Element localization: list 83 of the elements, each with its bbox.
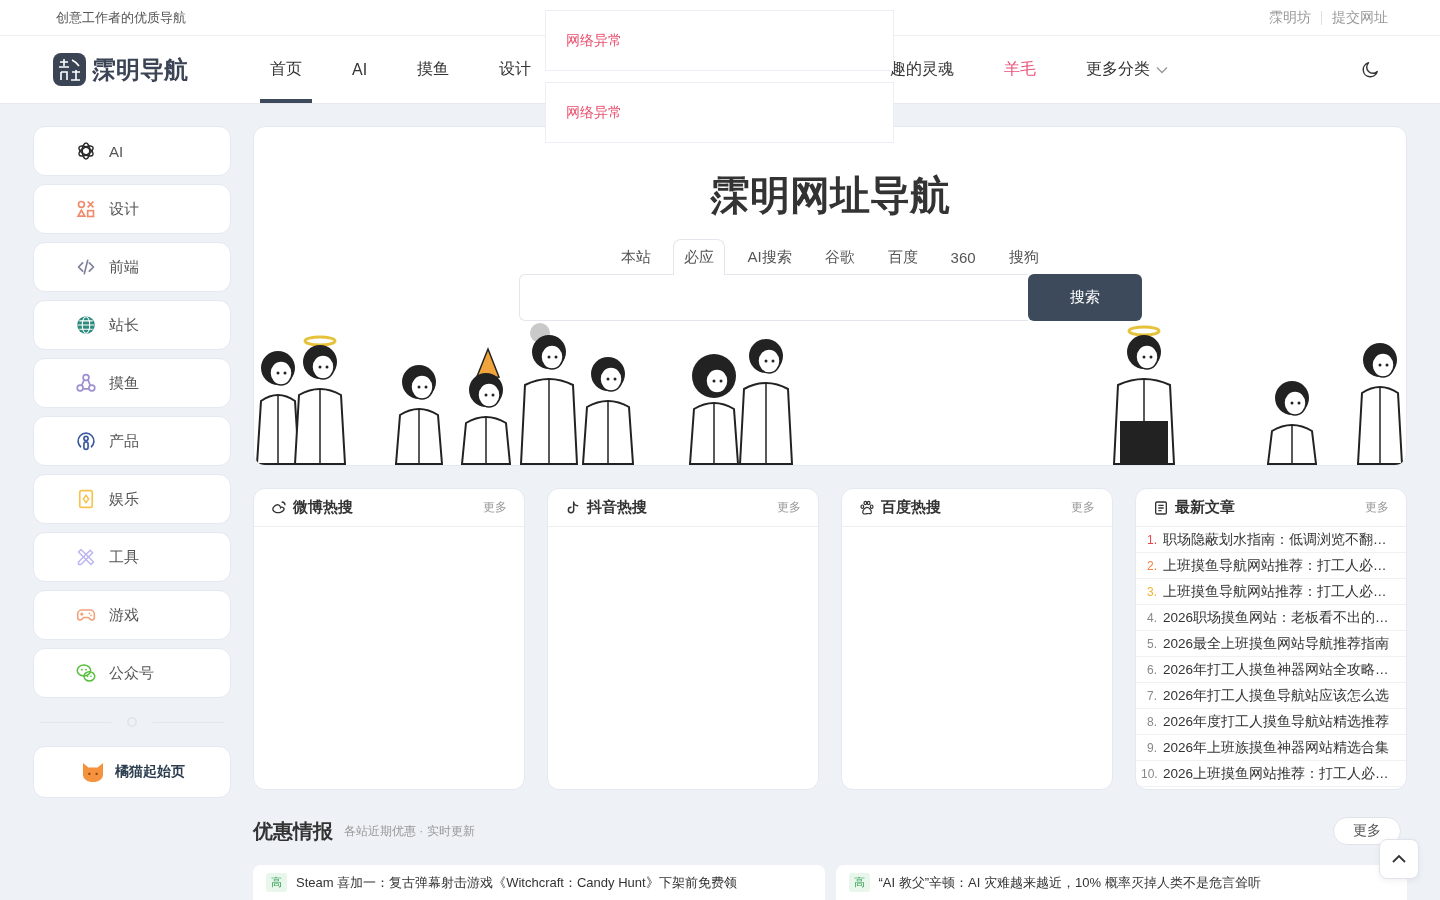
search-engine-tab[interactable]: 谷歌: [813, 239, 866, 275]
article-link[interactable]: 职场隐蔽划水指南：低调浏览不翻…: [1163, 530, 1387, 549]
search-engine-tab[interactable]: 搜狗: [997, 239, 1050, 275]
nav-tab[interactable]: 设计: [489, 36, 542, 103]
rank-number: 4.: [1146, 610, 1157, 625]
card-title: 抖音热搜: [587, 498, 648, 517]
nav-tab[interactable]: 摸鱼: [407, 36, 460, 103]
search-engine-tab[interactable]: 360: [939, 239, 987, 275]
deal-title: Steam 喜加一：复古弹幕射击游戏《Witchcraft：Candy Hunt》下架前免费领: [296, 873, 737, 892]
article-link[interactable]: 上班摸鱼导航网站推荐：打工人必…: [1163, 556, 1387, 575]
search-input[interactable]: [518, 274, 1028, 321]
search-engine-tab[interactable]: 本站: [610, 239, 663, 275]
category-link[interactable]: AI: [33, 126, 231, 176]
rank-number: 1.: [1146, 532, 1157, 547]
category-link[interactable]: 设计: [33, 184, 231, 234]
chevron-down-icon: [1156, 65, 1169, 74]
priority-tag: 高: [848, 873, 870, 892]
person-circle-icon: [76, 431, 96, 451]
fidget-spinner-icon: [76, 373, 96, 393]
category-link[interactable]: 娱乐: [33, 474, 231, 524]
error-toast: 网络异常: [545, 10, 894, 71]
priority-tag: 高: [266, 873, 287, 892]
category-link[interactable]: 摸鱼: [33, 358, 231, 408]
deal-card[interactable]: 高 Steam 喜加一：复古弹幕射击游戏《Witchcraft：Candy Hunt》下架前免费领: [253, 865, 825, 900]
rank-number: 2.: [1146, 558, 1157, 573]
search-engine-tab[interactable]: AI搜索: [736, 239, 803, 275]
document-icon: [1153, 499, 1169, 516]
rank-number: 5.: [1146, 636, 1157, 651]
article-link[interactable]: 2026年打工人摸鱼神器网站全攻略…: [1163, 660, 1389, 679]
section-title: 优惠情报: [253, 818, 333, 844]
music-note-icon: [565, 499, 581, 516]
article-link[interactable]: 2026年度打工人摸鱼导航站精选推荐: [1163, 712, 1390, 731]
card-title: 最新文章: [1175, 498, 1236, 517]
search-engine-tab[interactable]: 必应: [673, 239, 726, 275]
category-link[interactable]: 游戏: [33, 590, 231, 640]
rank-number: 10.: [1141, 766, 1157, 781]
card-icon: [76, 489, 96, 509]
atom-icon: [76, 141, 96, 161]
chat-bubbles-icon: [76, 663, 96, 683]
site-title: 霂明网址导航: [710, 172, 950, 219]
card-title: 百度热搜: [881, 498, 942, 517]
brand-name[interactable]: 霂明导航: [92, 53, 188, 86]
section-subtitle: 各站近期优惠 · 实时更新: [344, 822, 476, 840]
crossed-tools-icon: [76, 547, 96, 567]
nav-tab[interactable]: 更多分类: [1076, 36, 1179, 103]
rank-number: 6.: [1146, 662, 1157, 677]
site-tagline: 创意工作者的优质导航: [56, 8, 186, 27]
article-link[interactable]: 上班摸鱼导航网站推荐：打工人必…: [1163, 582, 1387, 601]
article-link[interactable]: 2026职场摸鱼网站：老板看不出的…: [1163, 608, 1389, 627]
code-icon: [76, 257, 96, 277]
chevron-up-icon: [1392, 855, 1406, 863]
moon-icon[interactable]: [1361, 60, 1380, 79]
category-link[interactable]: 前端: [33, 242, 231, 292]
start-page-link[interactable]: 橘猫起始页: [33, 746, 231, 798]
deal-card[interactable]: 高 “AI 教父”辛顿：AI 灾难越来越近，10% 概率灭掉人类不是危言耸听: [835, 865, 1407, 900]
rank-number: 3.: [1146, 584, 1157, 599]
cat-icon: [82, 762, 104, 782]
article-link[interactable]: 2026最全上班摸鱼网站导航推荐指南: [1163, 634, 1390, 653]
error-toast: 网络异常: [545, 82, 894, 143]
more-button[interactable]: 更多: [1333, 817, 1401, 845]
article-link[interactable]: 2026上班摸鱼网站推荐：打工人必…: [1163, 764, 1389, 783]
article-link[interactable]: 2026年打工人摸鱼导航站应该怎么选: [1163, 686, 1390, 705]
category-link[interactable]: 产品: [33, 416, 231, 466]
paw-icon: [859, 499, 875, 516]
deal-title: “AI 教父”辛顿：AI 灾难越来越近，10% 概率灭掉人类不是危言耸听: [878, 873, 1261, 892]
globe-icon: [76, 315, 96, 335]
search-engine-tab[interactable]: 百度: [876, 239, 929, 275]
category-link[interactable]: 公众号: [33, 648, 231, 698]
rank-number: 8.: [1146, 714, 1157, 729]
shapes-icon: [76, 199, 96, 219]
article-link[interactable]: 2026年上班族摸鱼神器网站精选合集: [1163, 738, 1390, 757]
rank-number: 9.: [1146, 740, 1157, 755]
search-button[interactable]: 搜索: [1027, 274, 1142, 321]
nav-tab[interactable]: AI: [342, 36, 378, 103]
nav-tab[interactable]: 首页: [260, 36, 312, 103]
category-link[interactable]: 站长: [33, 300, 231, 350]
rank-number: 7.: [1146, 688, 1157, 703]
cloud-icon: [271, 499, 287, 516]
back-to-top-button[interactable]: [1379, 839, 1419, 879]
card-title: 微博热搜: [293, 498, 354, 517]
category-link[interactable]: 工具: [33, 532, 231, 582]
logo-icon[interactable]: [53, 53, 86, 86]
nav-tab[interactable]: 羊毛: [994, 36, 1047, 103]
